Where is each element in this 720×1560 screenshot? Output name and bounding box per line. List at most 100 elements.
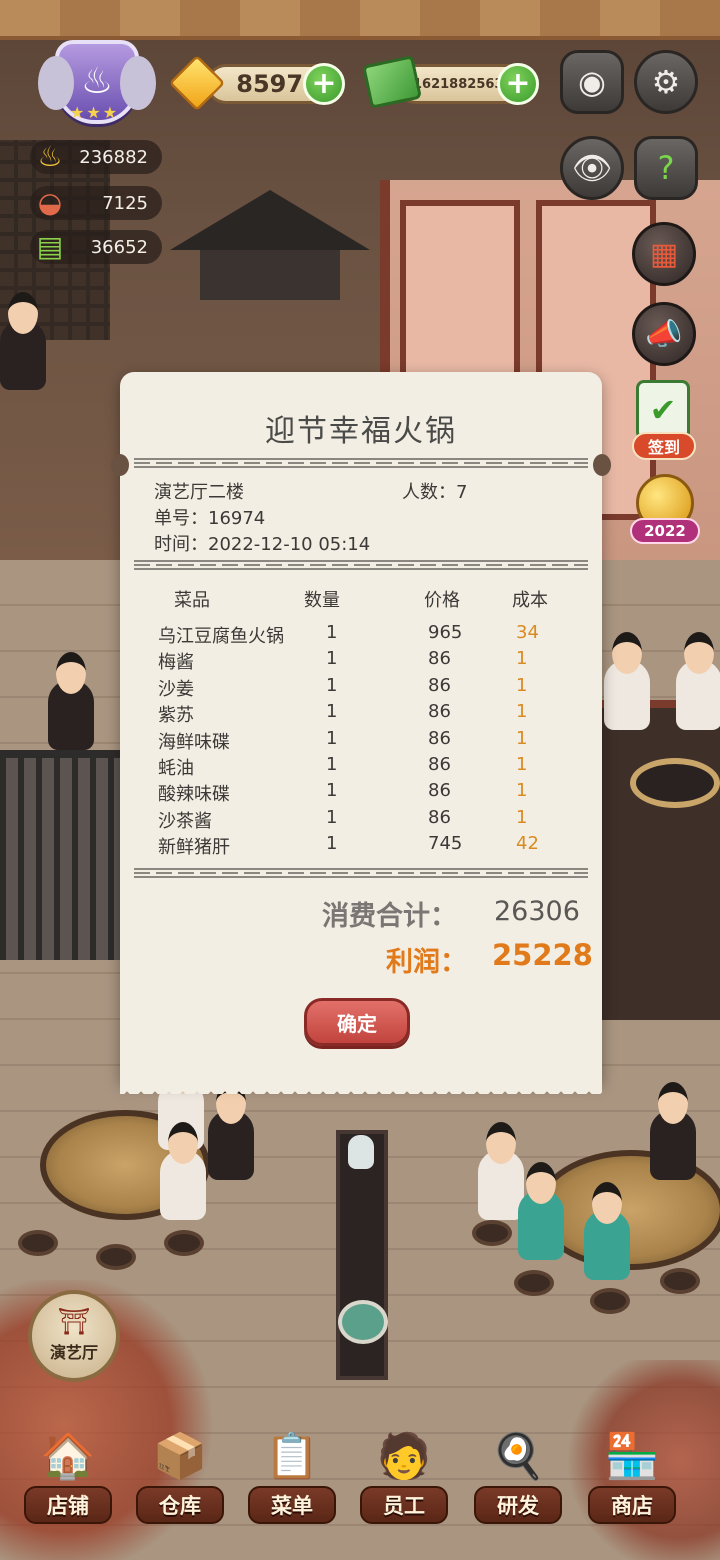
item-price: 965 [428, 622, 463, 643]
item-cost: 42 [516, 833, 539, 855]
porcelain-vase [348, 1135, 374, 1169]
item-price: 745 [428, 833, 463, 855]
nav-label: 店铺 [24, 1486, 112, 1524]
item-cost: 34 [516, 622, 539, 643]
order-time: 时间：2022-12-10 05:14 [154, 530, 370, 556]
item-price: 86 [428, 674, 451, 696]
receipt-title: 迎节幸福火锅 [265, 414, 457, 449]
order-number: 单号：16974 [154, 504, 265, 530]
eye-icon: 👁 [571, 149, 613, 187]
stool [472, 1220, 512, 1246]
time-value: 2022-12-10 05:14 [208, 534, 371, 555]
item-cost: 1 [516, 806, 528, 828]
item-qty: 1 [326, 648, 338, 670]
stool [96, 1244, 136, 1270]
customer[interactable] [676, 632, 720, 730]
receipt-dialog: 迎节幸福火锅 演艺厅二楼 人数：7 单号：16974 时间：2022-12-10… [111, 372, 611, 1094]
item-qty: 1 [326, 701, 338, 723]
item-dish: 酸辣味碟 [158, 784, 230, 806]
stool [514, 1270, 554, 1296]
item-dish: 新鲜猪肝 [158, 837, 230, 859]
record-book-button[interactable]: ▦ [632, 222, 696, 286]
receipt-notch [111, 454, 129, 476]
nav-research[interactable]: 🍳 研发 [468, 1420, 568, 1540]
stat-pill: ▤ 36652 [30, 230, 162, 264]
event-year-label: 2022 [630, 518, 700, 544]
item-price: 86 [428, 754, 451, 775]
guests-label: 人数： [402, 482, 456, 503]
checklist-icon: ✔ [636, 380, 690, 440]
header-cost: 成本 [512, 590, 548, 611]
customer[interactable] [160, 1122, 206, 1220]
settings-button[interactable]: ⚙ [634, 50, 698, 114]
hotpot-icon: ♨ [80, 61, 114, 102]
stool [590, 1288, 630, 1314]
book-icon: ▤ [36, 229, 64, 263]
dashed-separator [134, 560, 588, 570]
nav-label: 商店 [588, 1486, 676, 1524]
staff-icon: 🧑 [376, 1431, 432, 1482]
view-toggle-button[interactable]: 👁 [560, 136, 624, 200]
pot-icon: ♨ [37, 139, 63, 173]
total-label: 消费合计： [322, 901, 457, 932]
plant-bowl [338, 1300, 388, 1344]
order-value: 16974 [208, 508, 266, 529]
nav-menu[interactable]: 📋 菜单 [242, 1420, 342, 1540]
hall-label: 演艺厅 [49, 1343, 98, 1362]
menu-icon: 📋 [264, 1431, 320, 1482]
nav-label: 菜单 [248, 1486, 336, 1524]
profit-label: 利润： [386, 947, 467, 978]
nav-warehouse[interactable]: 📦 仓库 [130, 1420, 230, 1540]
research-icon: 🍳 [490, 1431, 546, 1482]
add-gems-button[interactable]: + [303, 63, 345, 105]
railing [0, 750, 120, 960]
header-dish: 菜品 [174, 590, 210, 611]
gem-counter: 85979 + [206, 63, 345, 105]
side-dining-area [600, 700, 720, 1020]
event-2022-button[interactable]: 2022 [630, 474, 700, 548]
header-price: 价格 [424, 590, 460, 611]
sign-in-label: 签到 [632, 432, 696, 460]
total-value: 26306 [494, 896, 580, 927]
performance-hall-button[interactable]: ⛩ 演艺厅 [28, 1290, 120, 1382]
stool [18, 1230, 58, 1256]
customer[interactable] [518, 1162, 564, 1260]
dashed-separator [134, 458, 588, 468]
sign-in-button[interactable]: ✔ 签到 [626, 380, 702, 464]
item-price: 86 [428, 780, 451, 802]
waiter[interactable] [48, 652, 94, 750]
rank-badge[interactable]: ♨ ★★★ [32, 34, 162, 130]
badge-wing [38, 56, 74, 110]
nav-shop[interactable]: 🏠 店铺 [18, 1420, 118, 1540]
record-book-icon: ▦ [649, 236, 679, 272]
stool [164, 1230, 204, 1256]
header-qty: 数量 [304, 590, 340, 611]
customer[interactable] [584, 1182, 630, 1280]
item-dish: 紫苏 [158, 705, 194, 727]
announcement-button[interactable]: 📣 [632, 302, 696, 366]
item-qty: 1 [326, 622, 338, 643]
guide-book-icon: ? [657, 149, 675, 187]
nav-label: 仓库 [136, 1486, 224, 1524]
item-dish: 蚝油 [158, 758, 194, 779]
receipt-notch [593, 454, 611, 476]
badge-wing [120, 56, 156, 110]
add-cash-button[interactable]: + [497, 63, 539, 105]
customer[interactable] [0, 292, 46, 390]
stat-value: 36652 [90, 236, 148, 258]
item-qty: 1 [326, 727, 338, 749]
customer[interactable] [650, 1082, 696, 1180]
help-guide-button[interactable]: ? [634, 136, 698, 200]
item-dish: 乌江豆腐鱼火锅 [158, 626, 284, 647]
rank-stars-icon: ★★★ [70, 103, 120, 122]
hall-icon: ⛩ [57, 1307, 91, 1337]
nav-staff[interactable]: 🧑 员工 [354, 1420, 454, 1540]
confirm-button[interactable]: 确定 [304, 998, 410, 1046]
nav-store[interactable]: 🏪 商店 [582, 1420, 682, 1540]
megaphone-icon: 📣 [645, 316, 683, 352]
camera-button[interactable]: ◉ [560, 50, 624, 114]
time-label: 时间： [154, 534, 208, 555]
customer[interactable] [208, 1082, 254, 1180]
customer[interactable] [604, 632, 650, 730]
item-price: 86 [428, 648, 451, 670]
